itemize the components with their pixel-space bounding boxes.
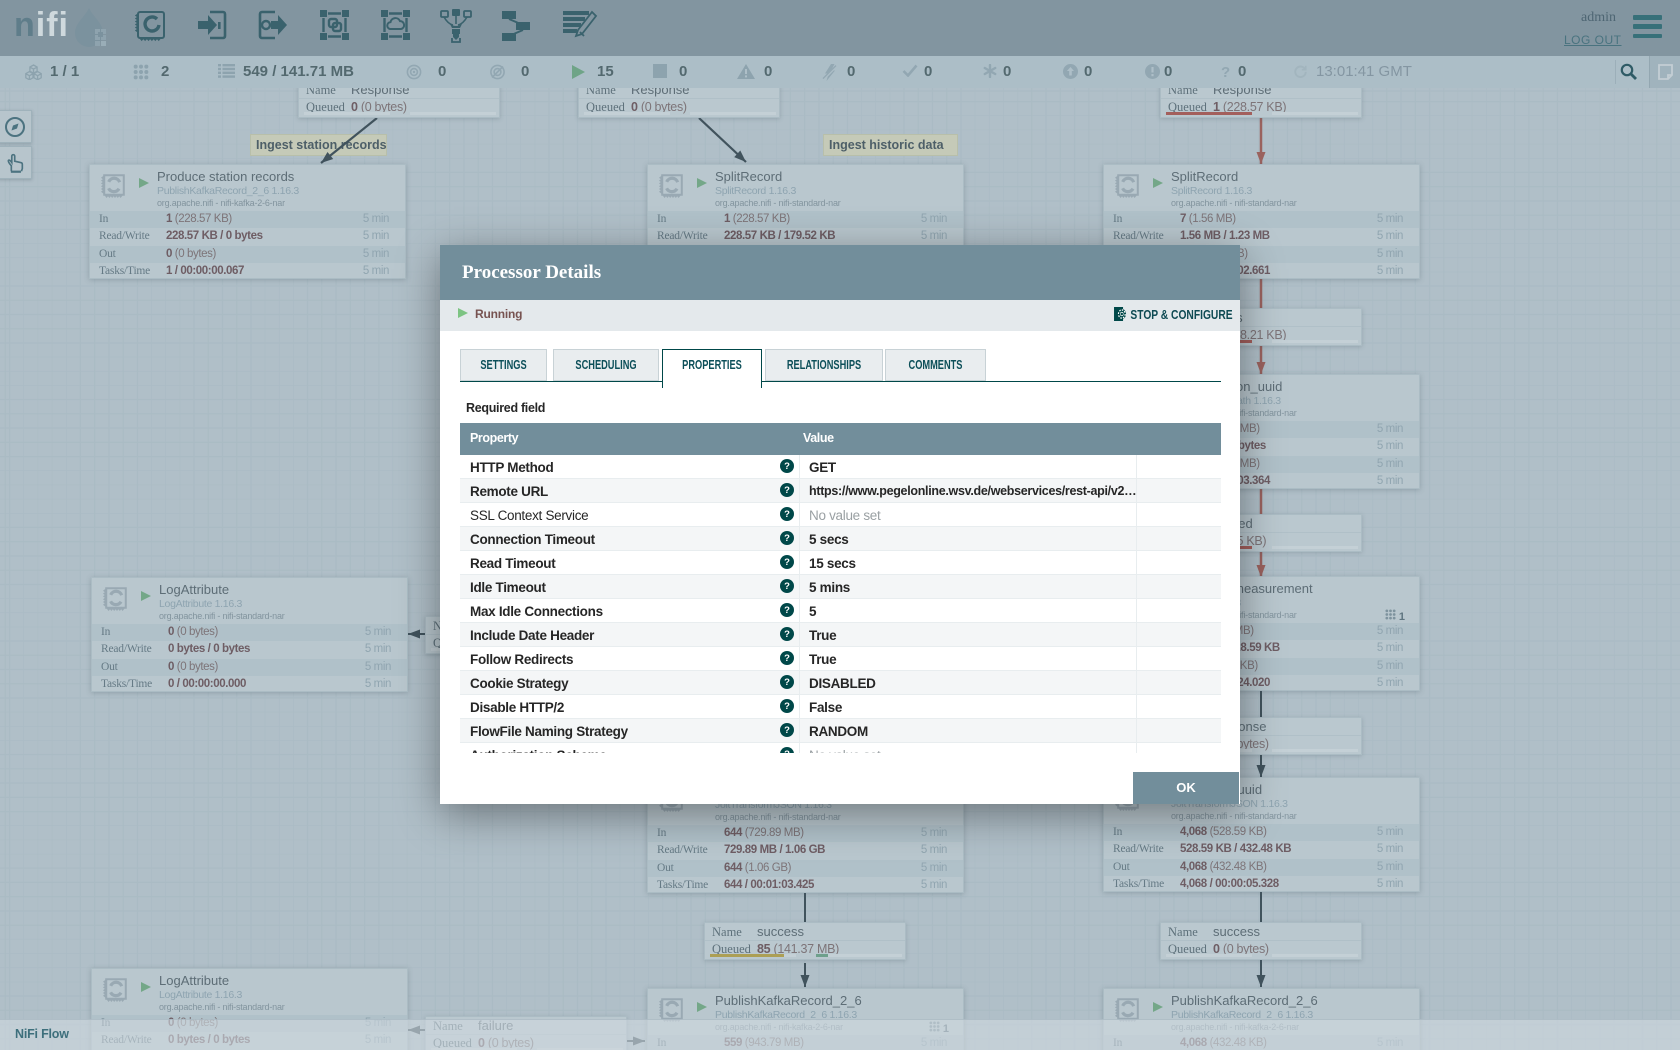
svg-text:?: ? [784, 581, 790, 592]
svg-text:?: ? [784, 509, 790, 520]
svg-text:?: ? [784, 677, 790, 688]
svg-text:?: ? [784, 629, 790, 640]
svg-text:?: ? [784, 485, 790, 496]
svg-text:?: ? [784, 533, 790, 544]
svg-text:?: ? [784, 725, 790, 736]
svg-text:?: ? [784, 749, 790, 753]
svg-text:?: ? [784, 605, 790, 616]
svg-text:?: ? [784, 653, 790, 664]
svg-text:?: ? [784, 557, 790, 568]
svg-text:?: ? [784, 461, 790, 472]
svg-text:?: ? [784, 701, 790, 712]
